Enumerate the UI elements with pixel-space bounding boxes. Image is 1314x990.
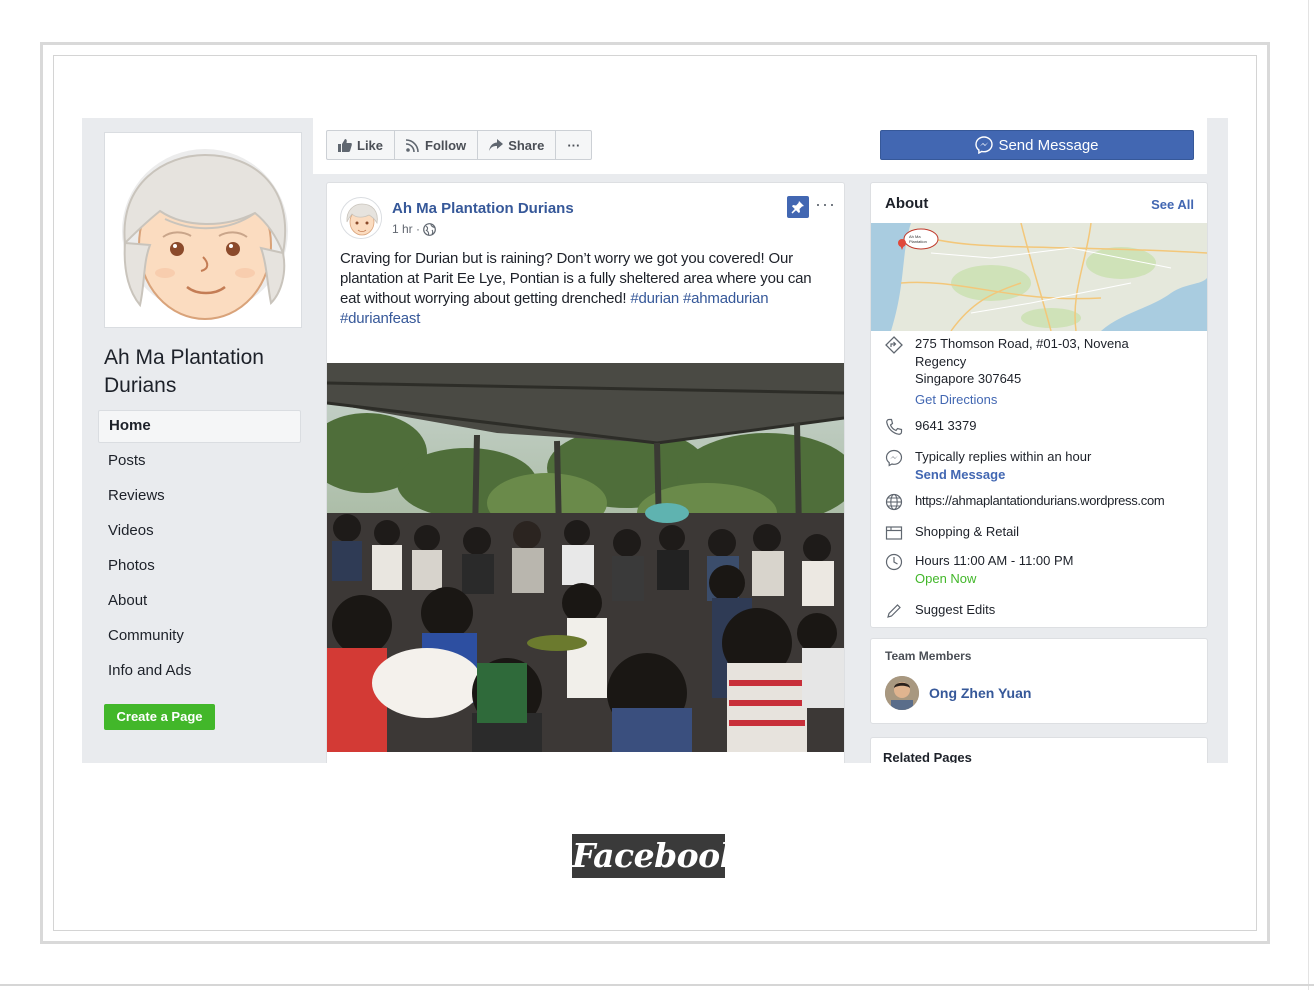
sidebar-item-home[interactable]: Home <box>98 410 301 443</box>
clock-icon <box>885 553 903 571</box>
left-column: Ah Ma Plantation Durians Home Posts Revi… <box>82 118 313 763</box>
share-button[interactable]: Share <box>478 131 557 159</box>
team-members-heading: Team Members <box>885 649 972 663</box>
create-page-button[interactable]: Create a Page <box>104 704 215 730</box>
sidebar-item-community[interactable]: Community <box>98 620 301 655</box>
category-link[interactable]: Shopping & Retail <box>915 523 1019 547</box>
page-edge-right <box>1308 0 1314 990</box>
hashtag-link[interactable]: #ahmadurian <box>683 290 769 307</box>
suggest-edits-link[interactable]: Suggest Edits <box>915 601 995 625</box>
website-row: https://ahmaplantationdurians.wordpress.… <box>885 492 1205 516</box>
location-map[interactable]: Ah Ma Plantation <box>871 223 1207 331</box>
sidebar-item-about[interactable]: About <box>98 585 301 620</box>
phone-icon <box>886 418 903 435</box>
address-line-1: 275 Thomson Road, #01-03, Novena <box>915 336 1129 351</box>
post-time[interactable]: 1 hr · <box>392 222 420 236</box>
more-icon: ··· <box>567 137 581 153</box>
messenger-icon <box>885 449 903 467</box>
rss-follow-icon <box>406 138 419 152</box>
globe-icon <box>423 222 436 236</box>
follow-button[interactable]: Follow <box>395 131 479 159</box>
share-label: Share <box>508 137 545 153</box>
facebook-caption: Facebook <box>572 834 743 878</box>
grandma-avatar-icon <box>342 199 381 238</box>
open-now-status: Open Now <box>915 570 977 586</box>
hours-text: Hours 11:00 AM - 11:00 PM <box>915 553 1074 568</box>
related-pages-card: Related Pages <box>870 737 1208 763</box>
like-button[interactable]: Like <box>327 131 396 159</box>
pinned-post: Ah Ma Plantation Durians 1 hr · ··· Crav… <box>326 182 845 763</box>
phone-number[interactable]: 9641 3379 <box>915 417 976 441</box>
share-arrow-icon <box>489 139 504 151</box>
page-actions: Like Follow Share ··· <box>326 130 593 160</box>
website-link[interactable]: https://ahmaplantationdurians.wordpress.… <box>915 492 1165 516</box>
page-edge-bottom <box>0 984 1314 990</box>
phone-row: 9641 3379 <box>885 417 1205 441</box>
post-author-avatar[interactable] <box>340 197 382 239</box>
send-message-button[interactable]: Send Message <box>880 130 1194 160</box>
post-text: Craving for Durian but is raining? Don’t… <box>340 249 830 329</box>
messenger-icon <box>975 136 994 154</box>
post-photo[interactable] <box>327 363 844 752</box>
storefront-icon <box>885 526 903 540</box>
related-pages-heading: Related Pages <box>883 750 972 763</box>
see-all-link[interactable]: See All <box>1151 197 1194 212</box>
address-row: 275 Thomson Road, #01-03, Novena Regency… <box>885 335 1205 408</box>
grandma-avatar-icon <box>122 149 288 320</box>
about-heading: About <box>885 195 929 212</box>
sidebar-item-videos[interactable]: Videos <box>98 515 301 550</box>
send-message-link[interactable]: Send Message <box>915 466 1091 484</box>
profile-picture[interactable] <box>104 132 302 328</box>
sidebar-item-photos[interactable]: Photos <box>98 550 301 585</box>
like-label: Like <box>357 137 384 153</box>
address-line-2: Regency <box>915 353 967 369</box>
send-message-label: Send Message <box>998 136 1099 154</box>
person-photo <box>885 676 919 710</box>
address-line-3: Singapore 307645 <box>915 371 1022 386</box>
category-row: Shopping & Retail <box>885 523 1205 547</box>
facebook-page-screenshot: Ah Ma Plantation Durians Home Posts Revi… <box>82 118 1228 763</box>
durian-feast-photo <box>327 363 844 752</box>
hashtag-link[interactable]: #durianfeast <box>340 310 420 327</box>
get-directions-link[interactable]: Get Directions <box>915 391 1129 409</box>
team-members-card: Team Members Ong Zhen Yuan <box>870 638 1208 724</box>
hashtag-link[interactable]: #durian <box>630 290 679 307</box>
sidebar-item-info-and-ads[interactable]: Info and Ads <box>98 655 301 690</box>
pencil-icon <box>887 604 901 618</box>
sidebar-item-posts[interactable]: Posts <box>98 445 301 480</box>
directions-icon <box>885 336 903 354</box>
map-graphic: Ah Ma Plantation <box>871 223 1207 331</box>
thumbs-up-icon <box>338 138 352 152</box>
map-pin-label: Plantation <box>909 239 927 244</box>
more-actions-button[interactable]: ··· <box>556 131 591 159</box>
follow-label: Follow <box>425 137 467 153</box>
about-card: About See All Ah Ma Plantation 275 Thoms… <box>870 182 1208 628</box>
suggest-edits-row: Suggest Edits <box>885 601 1205 625</box>
page-title[interactable]: Ah Ma Plantation Durians <box>104 344 304 400</box>
messenger-row: Typically replies within an hour Send Me… <box>885 448 1205 483</box>
team-member-avatar[interactable] <box>885 676 919 710</box>
sidebar-item-reviews[interactable]: Reviews <box>98 480 301 515</box>
team-member-name[interactable]: Ong Zhen Yuan <box>929 685 1031 701</box>
post-author-name[interactable]: Ah Ma Plantation Durians <box>392 200 574 217</box>
page-navigation: Home Posts Reviews Videos Photos About C… <box>98 410 301 690</box>
post-timestamp: 1 hr · <box>392 222 436 236</box>
hours-row: Hours 11:00 AM - 11:00 PM Open Now <box>885 552 1205 587</box>
pinned-post-badge <box>787 196 809 218</box>
reply-time: Typically replies within an hour <box>915 449 1092 464</box>
globe-icon <box>885 493 903 511</box>
pin-icon <box>791 201 804 214</box>
post-options-button[interactable]: ··· <box>815 194 836 215</box>
